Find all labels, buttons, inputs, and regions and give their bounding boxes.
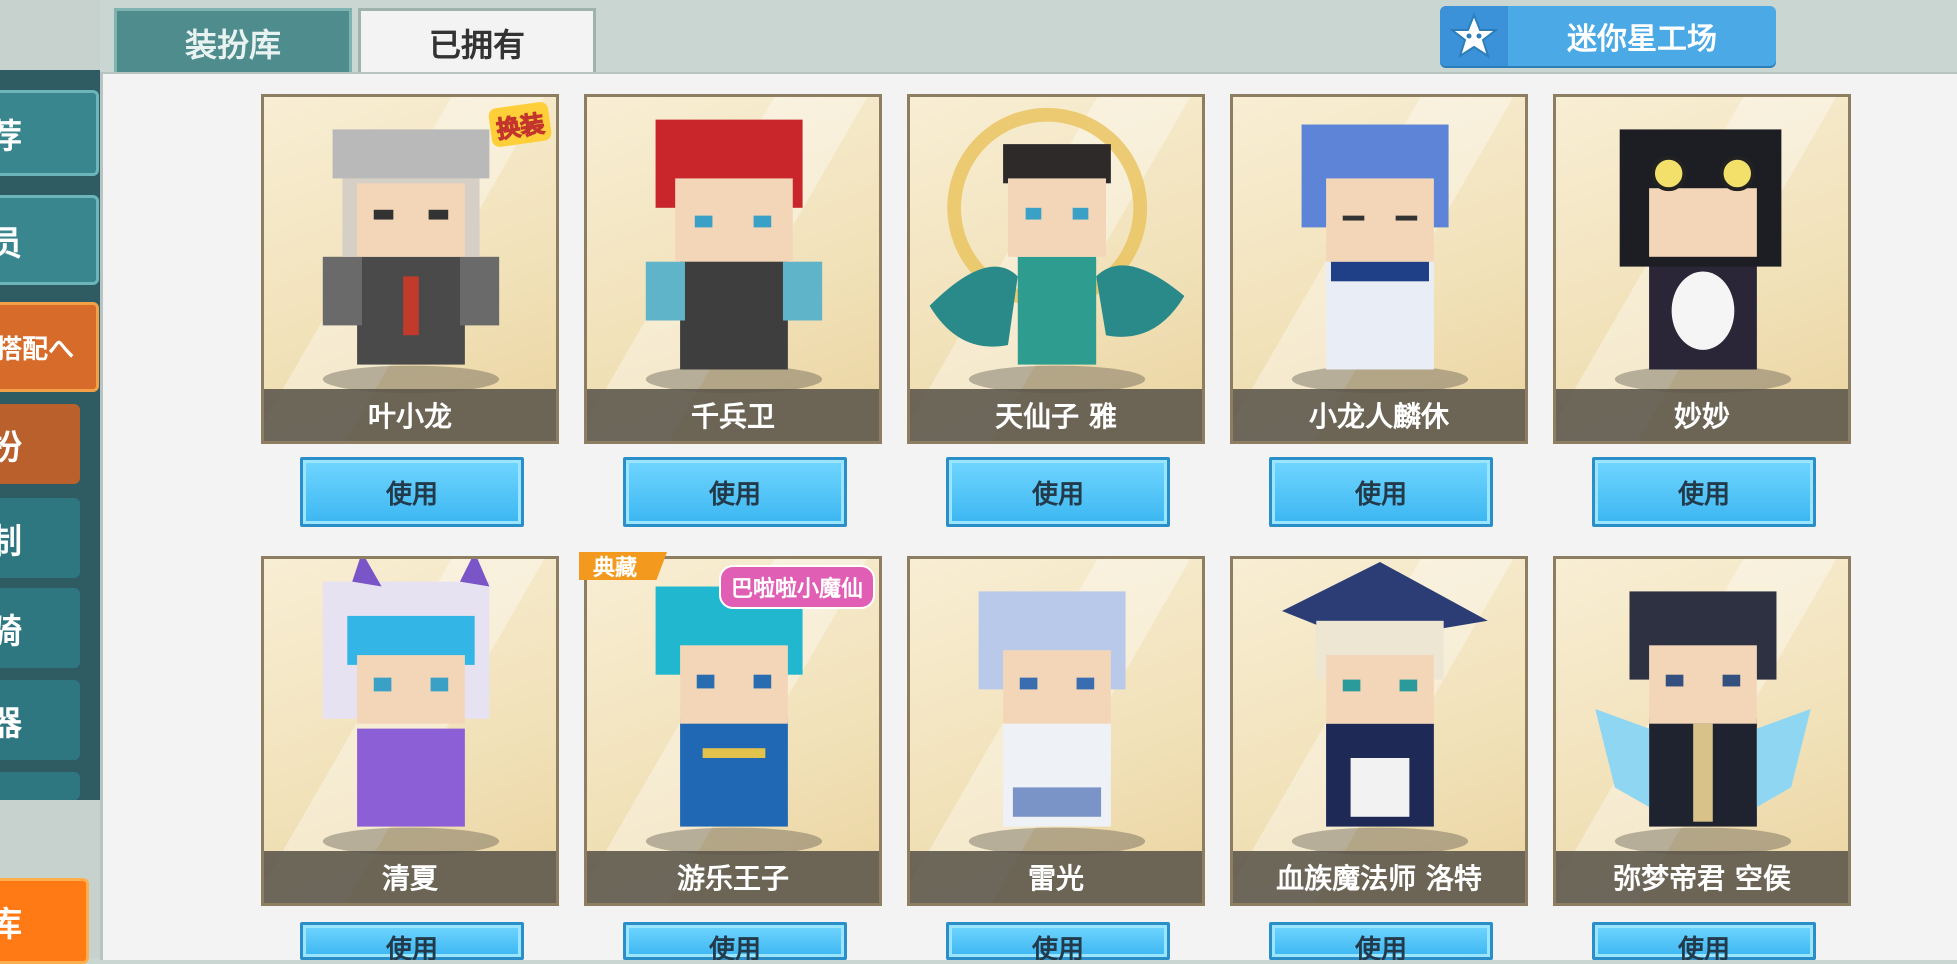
character-image [1291,124,1469,393]
outfit-name: 天仙子 雅 [910,389,1202,441]
outfit-card[interactable]: 换装 叶小龙 [261,94,559,444]
sidebar-warehouse-button[interactable]: 库 [0,878,89,964]
tab-owned[interactable]: 已拥有 [358,8,596,74]
outfit-card[interactable]: 天仙子 雅 [907,94,1205,444]
sidebar-bottom-label: 库 [0,897,22,946]
use-button[interactable]: 使用 [300,457,524,527]
use-button[interactable]: 使用 [946,457,1170,527]
sidebar-item-mount[interactable]: 骑 [0,588,80,668]
outfit-name: 血族魔法师 洛特 [1233,851,1525,903]
outfit-card[interactable]: 血族魔法师 洛特 [1230,556,1528,906]
outfit-name: 千兵卫 [587,389,879,441]
character-image [322,559,500,855]
sidebar-item-label: 骑 [0,611,22,652]
outfit-card[interactable]: 弥梦帝君 空侯 [1553,556,1851,906]
owned-outfit-grid: 换装 叶小龙 使用 千兵卫 使用 天仙子 雅 使用 小龙人麟休 使用 妙妙 使用… [100,72,1957,960]
character-image [1614,129,1792,393]
sidebar-item-label: 荐 [0,109,22,158]
outfit-card[interactable]: 雷光 [907,556,1205,906]
outfit-name: 小龙人麟休 [1233,389,1525,441]
sidebar-item-dressup[interactable]: 扮 [0,404,80,484]
sidebar-item-recommend[interactable]: 荐 [0,90,99,176]
use-button[interactable]: 使用 [1592,922,1816,960]
character-image [968,591,1146,855]
use-button[interactable]: 使用 [623,457,847,527]
sidebar: 荐 员 搭配へ 扮 制 骑 器 库 [0,0,100,964]
outfit-card[interactable]: 小龙人麟休 [1230,94,1528,444]
use-button[interactable]: 使用 [1592,457,1816,527]
sidebar-item-member[interactable]: 员 [0,195,99,285]
sidebar-item-label: 制 [0,521,22,562]
character-image [1281,562,1488,855]
outfit-card[interactable]: 千兵卫 [584,94,882,444]
use-button[interactable]: 使用 [623,922,847,960]
star-icon [1440,6,1508,66]
outfit-name: 弥梦帝君 空侯 [1556,851,1848,903]
outfit-name: 叶小龙 [264,389,556,441]
use-button[interactable]: 使用 [946,922,1170,960]
outfit-card[interactable]: 妙妙 [1553,94,1851,444]
sidebar-item-label: 搭配へ [0,334,75,365]
outfit-name: 清夏 [264,851,556,903]
outfit-name: 游乐王子 [587,851,879,903]
use-button[interactable]: 使用 [1269,457,1493,527]
sidebar-item-label: 扮 [0,427,22,468]
outfit-name: 妙妙 [1556,389,1848,441]
character-image [645,119,823,393]
use-button[interactable]: 使用 [1269,922,1493,960]
sidebar-item-custom[interactable]: 制 [0,498,80,578]
outfit-card[interactable]: 清夏 [261,556,559,906]
brand-badge: 巴啦啦小魔仙 [718,565,875,609]
sidebar-item-label: 器 [0,703,22,744]
outfit-name: 雷光 [910,851,1202,903]
workshop-button[interactable]: 迷你星工场 [1440,6,1776,66]
collection-tag: 典藏 [579,552,668,580]
sidebar-item-outfit-combo[interactable]: 搭配へ [0,302,99,392]
sidebar-item-weapon[interactable]: 器 [0,680,80,760]
swap-badge: 换装 [487,101,553,148]
character-image [1595,591,1811,855]
sidebar-item-label: 员 [0,216,22,265]
character-image [929,107,1185,393]
outfit-card[interactable]: 巴啦啦小魔仙 游乐王子 [584,556,882,906]
use-button[interactable]: 使用 [300,922,524,960]
sidebar-item-more[interactable] [0,772,80,800]
tab-wardrobe[interactable]: 装扮库 [114,8,352,74]
workshop-label: 迷你星工场 [1567,22,1717,57]
